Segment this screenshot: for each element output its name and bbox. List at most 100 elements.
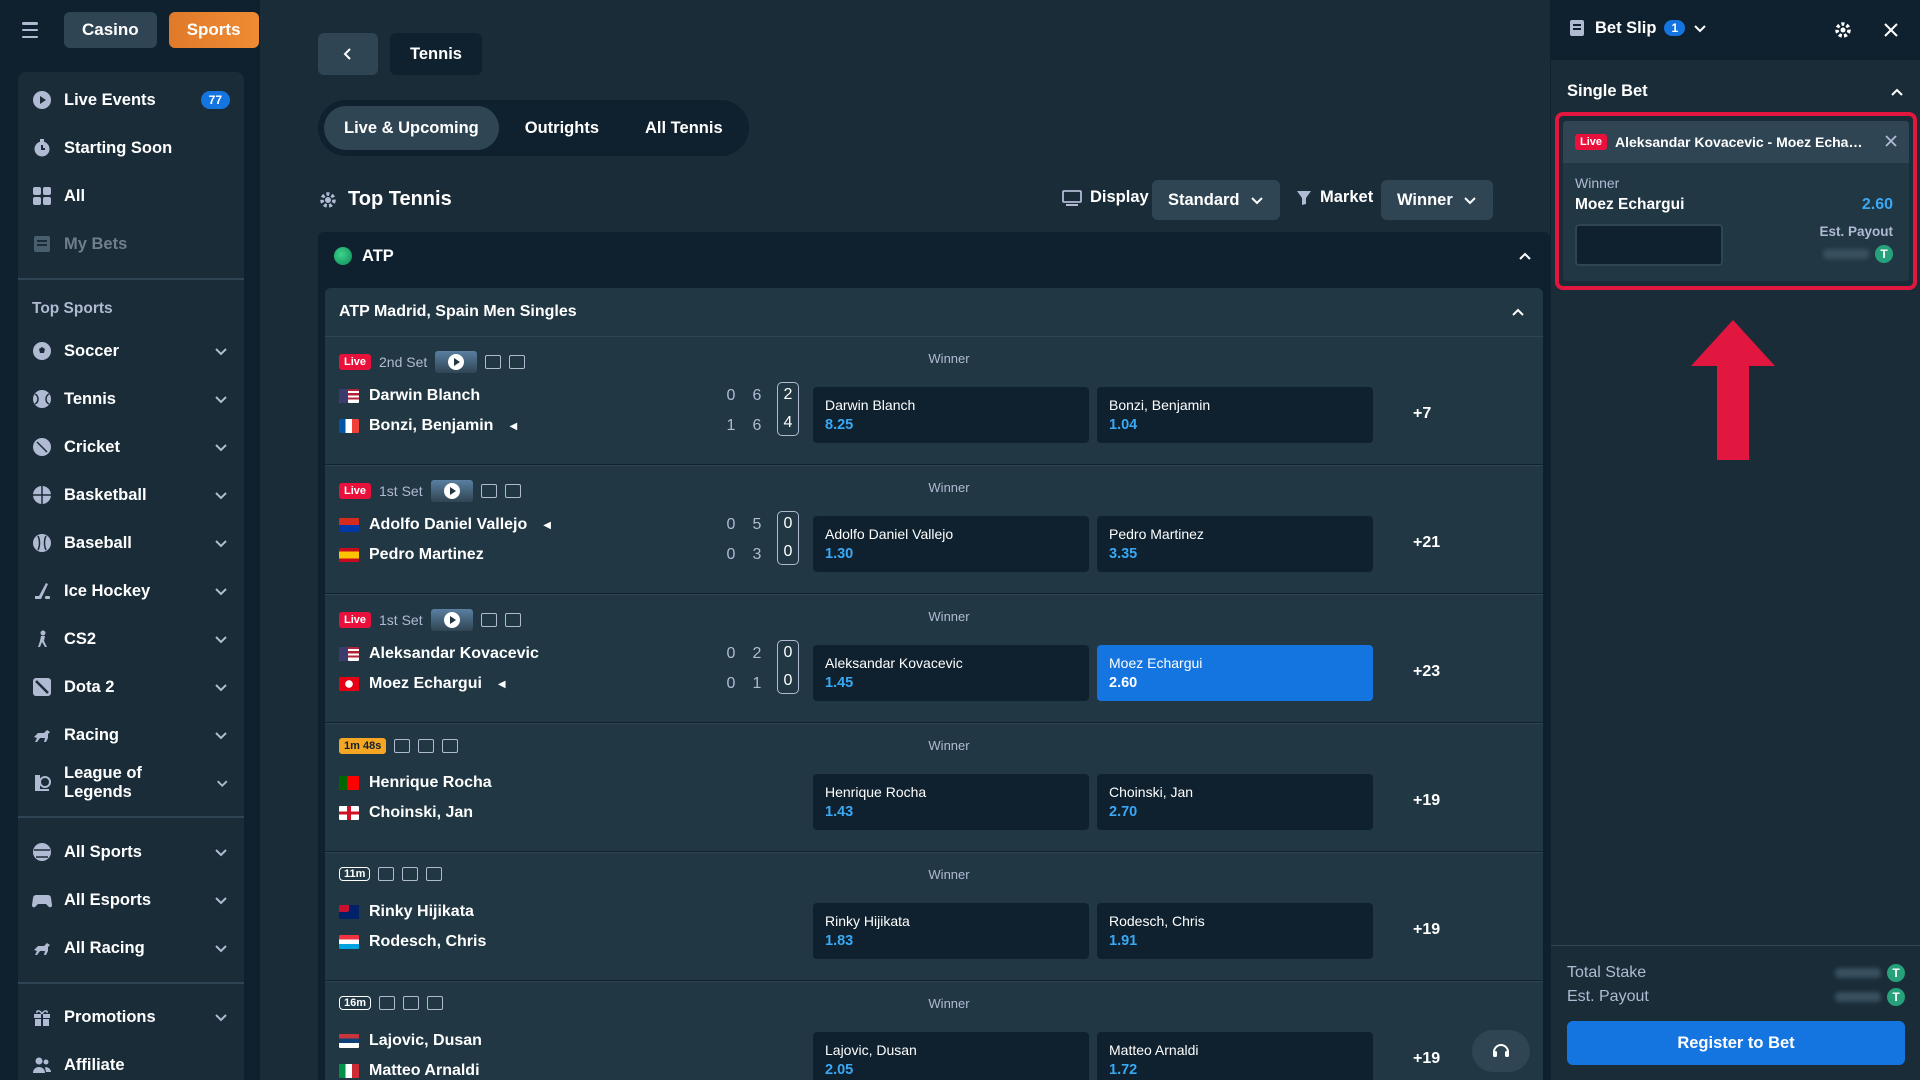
sidebar-item-baseball[interactable]: Baseball [32,523,230,563]
event-name[interactable]: Aleksandar Kovacevic - Moez Echargui [1615,134,1863,150]
gear-icon[interactable] [1833,20,1853,40]
odds-button-home[interactable]: Rinky Hijikata 1.83 [813,903,1089,959]
scoreboard-icon[interactable] [426,867,443,881]
stats-icon[interactable] [418,739,435,753]
match-row: Winner 11m Rinky Hijikata Rodesch, Chris… [325,852,1543,980]
sidebar-item-tennis[interactable]: Tennis [32,379,230,419]
sidebar-item-racing[interactable]: Racing [32,715,230,755]
odds-button-away[interactable]: Rodesch, Chris 1.91 [1097,903,1373,959]
bet-market: Winner [1575,175,1620,191]
sports-button[interactable]: Sports [168,12,259,48]
sidebar-item-basketball[interactable]: Basketball [32,475,230,515]
sidebar-item-cs2[interactable]: CS2 [32,619,230,659]
odds-button-home[interactable]: Darwin Blanch 8.25 [813,387,1089,443]
chevron-up-icon[interactable] [1889,84,1905,100]
odds-button-home[interactable]: Lajovic, Dusan 2.05 [813,1032,1089,1080]
stream-thumbnail[interactable] [430,480,473,502]
odds-button-away[interactable]: Choinski, Jan 2.70 [1097,774,1373,830]
breadcrumb[interactable]: Tennis [390,33,482,75]
stats-icon[interactable] [480,484,497,498]
sidebar-item-dota-2[interactable]: Dota 2 [32,667,230,707]
odds-button-home[interactable]: Adolfo Daniel Vallejo 1.30 [813,516,1089,572]
odds-button-home[interactable]: Aleksandar Kovacevic 1.45 [813,645,1089,701]
chevron-up-icon[interactable] [1509,303,1527,321]
stats-icon[interactable] [485,355,502,369]
odds-button-away[interactable]: Bonzi, Benjamin 1.04 [1097,387,1373,443]
sidebar-item-league-of-legends[interactable]: League of Legends [32,763,230,803]
sidebar-item-all-sports[interactable]: All Sports [32,832,230,872]
bet-slip-footer: Total Stake T Est. Payout T Register to … [1551,945,1920,1080]
odds-button-away-selected[interactable]: Moez Echargui 2.60 [1097,645,1373,701]
back-button[interactable] [318,33,378,75]
sidebar-item-promotions[interactable]: Promotions [32,997,230,1037]
remove-bet-icon[interactable] [1883,133,1899,149]
sidebar-item-ice-hockey[interactable]: Ice Hockey [32,571,230,611]
sidebar-item-live-events[interactable]: Live Events 77 [32,80,230,120]
bet-mode-label[interactable]: Single Bet [1567,82,1648,101]
scoreboard-icon[interactable] [427,996,444,1010]
stats-icon[interactable] [480,613,497,627]
chevron-up-icon[interactable] [1516,247,1534,265]
payout-label: Est. Payout [1819,224,1893,239]
chevron-down-icon[interactable] [1693,21,1707,35]
stats-icon[interactable] [402,867,419,881]
casino-button[interactable]: Casino [64,12,157,48]
stream-icon[interactable] [378,867,395,881]
register-to-bet-button[interactable]: Register to Bet [1567,1021,1905,1065]
sidebar-item-all-racing[interactable]: All Racing [32,928,230,968]
stream-icon[interactable] [394,739,411,753]
stream-thumbnail[interactable] [435,351,478,373]
market-select[interactable]: Winner [1381,180,1493,220]
display-select[interactable]: Standard [1152,180,1280,220]
more-markets-link[interactable]: +7 [1413,405,1431,423]
stream-thumbnail[interactable] [430,609,473,631]
tab-all-tennis[interactable]: All Tennis [625,106,743,150]
market-filter-label: Market [1296,188,1373,207]
sidebar-item-cricket[interactable]: Cricket [32,427,230,467]
odds-button-away[interactable]: Pedro Martinez 3.35 [1097,516,1373,572]
live-badge: Live [1575,134,1608,150]
sidebar-item-starting-soon[interactable]: Starting Soon [32,128,230,168]
odds-button-home[interactable]: Henrique Rocha 1.43 [813,774,1089,830]
player-home: Aleksandar Kovacevic [339,645,539,663]
sidebar-item-soccer[interactable]: Soccer [32,331,230,371]
flag-luxembourg-icon [339,935,359,949]
sidebar-item-my-bets[interactable]: My Bets [32,224,230,264]
bet-card-header: Live Aleksandar Kovacevic - Moez Echargu… [1563,121,1909,163]
more-markets-link[interactable]: +19 [1413,1050,1440,1068]
odds-button-away[interactable]: Matteo Arnaldi 1.72 [1097,1032,1373,1080]
scoreboard-icon[interactable] [504,484,521,498]
flag-paraguay-icon [339,518,359,532]
sidebar-item-affiliate[interactable]: Affiliate [32,1045,230,1080]
close-icon[interactable] [1882,21,1900,39]
match-status: 11m [339,867,443,881]
stake-input[interactable] [1575,224,1723,266]
scoreboard-icon[interactable] [509,355,526,369]
stream-icon[interactable] [379,996,396,1010]
sidebar-item-label: All Racing [64,938,145,957]
flag-portugal-icon [339,776,359,790]
tournament-header[interactable]: ATP Madrid, Spain Men Singles [325,288,1543,336]
stats-icon[interactable] [403,996,420,1010]
support-button[interactable] [1472,1030,1530,1072]
league-header[interactable]: ATP [318,232,1550,280]
more-markets-link[interactable]: +19 [1413,921,1440,939]
bet-slip-title[interactable]: Bet Slip 1 [1567,18,1707,38]
player-away: Choinski, Jan [339,804,473,822]
menu-icon[interactable] [18,20,42,40]
sidebar-item-all-esports[interactable]: All Esports [32,880,230,920]
scoreboard-icon[interactable] [442,739,459,753]
more-markets-link[interactable]: +19 [1413,792,1440,810]
sidebar-top: Casino Sports [0,0,260,60]
scoreboard-icon[interactable] [504,613,521,627]
sidebar-item-label: CS2 [64,629,97,648]
filter-icon [1297,190,1311,205]
tab-live-upcoming[interactable]: Live & Upcoming [324,106,499,150]
sidebar-item-all[interactable]: All [32,176,230,216]
more-markets-link[interactable]: +21 [1413,534,1440,552]
tab-outrights[interactable]: Outrights [505,106,619,150]
match-row: Winner 1m 48s Henrique Rocha Choinski, J… [325,723,1543,851]
more-markets-link[interactable]: +23 [1413,663,1440,681]
stopwatch-icon [32,138,52,158]
player-home: Lajovic, Dusan [339,1032,482,1050]
